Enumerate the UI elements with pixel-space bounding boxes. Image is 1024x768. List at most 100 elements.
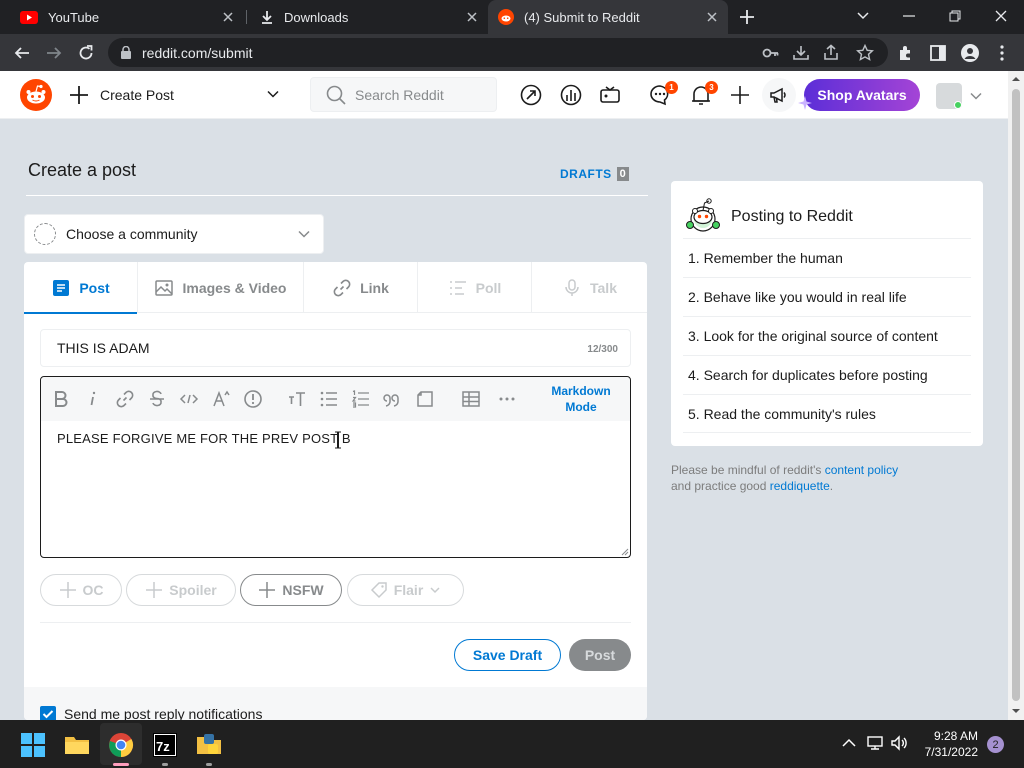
- windows-start-icon[interactable]: [20, 732, 46, 758]
- scroll-up-arrow-icon[interactable]: [1012, 75, 1020, 83]
- chevron-down-icon: [430, 587, 440, 594]
- reddit-icon: [498, 9, 514, 25]
- volume-icon[interactable]: [890, 734, 908, 752]
- search-input[interactable]: Search Reddit: [310, 77, 497, 112]
- bold-icon[interactable]: [51, 389, 71, 409]
- advertise-megaphone-icon[interactable]: [762, 78, 796, 112]
- tab-youtube[interactable]: YouTube: [8, 0, 244, 34]
- reddit-logo-icon[interactable]: [20, 79, 52, 111]
- post-editor-card: Post Images & Video Link Poll Talk THIS …: [24, 262, 647, 722]
- back-icon[interactable]: [12, 43, 32, 63]
- tab-link[interactable]: Link: [304, 262, 418, 313]
- scroll-thumb[interactable]: [1012, 89, 1020, 701]
- online-status-dot: [954, 101, 962, 109]
- reload-icon[interactable]: [76, 43, 96, 63]
- formatting-toolbar: Markdown Mode: [41, 377, 630, 421]
- tab-downloads[interactable]: Downloads: [248, 0, 488, 34]
- markdown-mode-button[interactable]: Markdown Mode: [541, 383, 621, 415]
- browser-toolbar: reddit.com/submit: [0, 34, 1024, 71]
- forward-icon[interactable]: [44, 43, 64, 63]
- reddit-live-icon[interactable]: [598, 83, 622, 107]
- more-options-icon[interactable]: [497, 389, 517, 409]
- python-folder-icon[interactable]: [196, 732, 222, 758]
- lock-icon[interactable]: [120, 46, 132, 59]
- tab-post[interactable]: Post: [24, 262, 138, 314]
- restore-icon[interactable]: [944, 6, 966, 26]
- create-post-dropdown[interactable]: Create Post: [68, 79, 279, 111]
- rule-item: 2. Behave like you would in real life: [683, 277, 971, 316]
- numbered-list-icon[interactable]: [351, 389, 371, 409]
- chevron-down-icon: [267, 90, 279, 98]
- drafts-button[interactable]: DRAFTS 0: [560, 167, 630, 181]
- strikethrough-icon[interactable]: [147, 389, 167, 409]
- side-panel-icon[interactable]: [928, 43, 948, 63]
- flair-tag-button[interactable]: Flair: [347, 574, 464, 606]
- bookmark-star-icon[interactable]: [856, 44, 874, 62]
- menu-kebab-icon[interactable]: [992, 43, 1012, 63]
- new-tab-icon[interactable]: [738, 8, 756, 26]
- notice-text: .: [829, 479, 834, 493]
- address-bar[interactable]: reddit.com/submit: [108, 38, 888, 67]
- popular-icon[interactable]: [519, 83, 543, 107]
- post-body-editor[interactable]: Markdown Mode PLEASE FORGIVE ME FOR THE …: [40, 376, 631, 558]
- file-explorer-icon[interactable]: [64, 732, 90, 758]
- notification-center-badge[interactable]: 2: [987, 736, 1004, 753]
- tab-images-video[interactable]: Images & Video: [138, 262, 304, 313]
- table-icon[interactable]: [461, 389, 481, 409]
- snoo-mascot-icon: [686, 198, 720, 232]
- italic-icon[interactable]: [83, 389, 103, 409]
- inline-code-icon[interactable]: [179, 389, 199, 409]
- page-scrollbar[interactable]: [1008, 71, 1024, 720]
- microphone-icon: [565, 278, 579, 296]
- plus-icon: [59, 582, 76, 598]
- tab-title: Downloads: [284, 9, 349, 25]
- post-submit-button[interactable]: Post: [569, 639, 631, 671]
- heading-icon[interactable]: [287, 389, 307, 409]
- tab-poll[interactable]: Poll: [418, 262, 532, 313]
- close-tab-icon[interactable]: [704, 9, 720, 25]
- shop-avatars-label: Shop Avatars: [817, 87, 907, 103]
- minimize-icon[interactable]: [898, 6, 920, 26]
- tab-search-icon[interactable]: [852, 6, 874, 26]
- system-clock[interactable]: 9:28 AM 7/31/2022: [912, 728, 978, 760]
- resize-handle-icon[interactable]: [621, 548, 629, 556]
- quote-block-icon[interactable]: [383, 389, 403, 409]
- plus-icon: [146, 582, 163, 598]
- link-icon[interactable]: [115, 389, 135, 409]
- user-menu-chevron-icon[interactable]: [969, 89, 983, 103]
- close-tab-icon[interactable]: [220, 9, 236, 25]
- spoiler-tag-button[interactable]: Spoiler: [126, 574, 236, 606]
- chrome-icon[interactable]: [108, 732, 134, 758]
- url-text: reddit.com/submit: [142, 44, 253, 61]
- drafts-label: DRAFTS: [560, 167, 612, 181]
- superscript-icon[interactable]: [211, 389, 231, 409]
- tab-talk[interactable]: Talk: [532, 262, 647, 313]
- code-block-icon[interactable]: [415, 389, 435, 409]
- bulleted-list-icon[interactable]: [319, 389, 339, 409]
- extensions-icon[interactable]: [896, 43, 916, 63]
- reddiquette-link[interactable]: reddiquette: [770, 479, 830, 493]
- content-policy-link[interactable]: content policy: [825, 463, 898, 477]
- profile-icon[interactable]: [960, 43, 980, 63]
- install-app-icon[interactable]: [792, 44, 810, 62]
- save-draft-button[interactable]: Save Draft: [454, 639, 561, 671]
- post-title-input[interactable]: THIS IS ADAM 12/300: [40, 329, 631, 367]
- shop-avatars-button[interactable]: Shop Avatars: [804, 79, 920, 111]
- spoiler-icon[interactable]: [243, 389, 263, 409]
- 7zip-icon[interactable]: 7z: [152, 732, 178, 758]
- create-plus-icon[interactable]: [728, 83, 752, 107]
- plus-icon: [70, 86, 88, 104]
- nsfw-tag-button[interactable]: NSFW: [240, 574, 342, 606]
- close-window-icon[interactable]: [990, 6, 1012, 26]
- chat-badge: 1: [665, 81, 678, 94]
- oc-tag-button[interactable]: OC: [40, 574, 122, 606]
- close-tab-icon[interactable]: [464, 9, 480, 25]
- tab-reddit-submit[interactable]: (4) Submit to Reddit: [488, 0, 728, 34]
- scroll-down-arrow-icon[interactable]: [1012, 707, 1020, 715]
- communities-icon[interactable]: [559, 83, 583, 107]
- key-icon[interactable]: [762, 44, 780, 62]
- share-icon[interactable]: [822, 44, 840, 62]
- show-hidden-icons-chevron-icon[interactable]: [840, 734, 858, 752]
- choose-community-dropdown[interactable]: Choose a community: [24, 214, 324, 254]
- network-icon[interactable]: [866, 734, 884, 752]
